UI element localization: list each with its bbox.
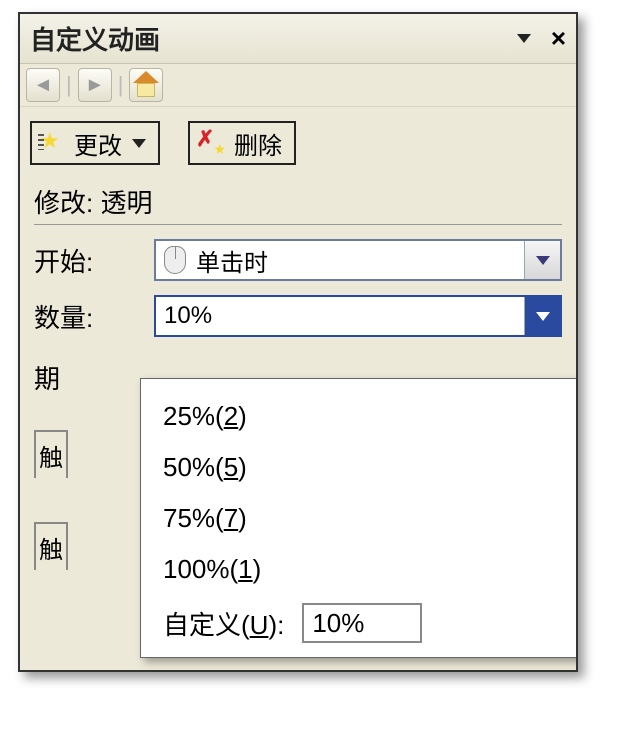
start-label: 开始: [34,242,134,279]
titlebar: 自定义动画 × [20,14,576,64]
amount-dropdown: 25%(2) 50%(5) 75%(7) 100%(1) 自定义(U): [140,378,578,658]
effect-header: 修改: 透明 [34,177,562,225]
tab-stub-1[interactable]: 触 [34,430,68,478]
action-row: 更改 删除 [20,107,576,175]
navbar: ◄ | ► | [20,64,576,107]
mouse-icon [164,246,186,274]
arrow-left-icon: ◄ [33,74,53,97]
effect-name: 透明 [100,188,152,218]
amount-select-caret[interactable] [524,297,560,335]
start-value: 单击时 [196,243,268,278]
delete-icon [196,130,224,156]
delete-button[interactable]: 删除 [188,121,296,165]
close-icon[interactable]: × [551,23,566,54]
panel-title: 自定义动画 [30,20,517,57]
custom-animation-panel: 自定义动画 × ◄ | ► | 更改 删除 修改: 透 [18,12,578,672]
start-select[interactable]: 单击时 [154,239,562,281]
modify-label: 修改: [34,188,93,218]
dropdown-item-50[interactable]: 50%(5) [141,442,578,493]
dropdown-item-100[interactable]: 100%(1) [141,544,578,595]
dropdown-item-25[interactable]: 25%(2) [141,391,578,442]
amount-label: 数量: [34,298,134,335]
arrow-right-icon: ► [85,74,105,97]
panel-menu-dropdown-icon[interactable] [517,34,531,43]
dropdown-custom-row: 自定义(U): [141,595,578,643]
home-icon [133,73,159,97]
dropdown-item-75[interactable]: 75%(7) [141,493,578,544]
back-button[interactable]: ◄ [26,68,60,102]
nav-separator: | [118,72,124,98]
custom-amount-input[interactable] [302,603,422,643]
forward-button[interactable]: ► [78,68,112,102]
home-button[interactable] [129,68,163,102]
custom-label: 自定义(U): [163,605,284,642]
chevron-down-icon [536,256,550,265]
start-select-caret[interactable] [524,241,560,279]
nav-separator: | [66,72,72,98]
amount-row: 数量: 10% [34,295,562,337]
delete-button-label: 删除 [234,126,282,161]
change-button-label: 更改 [74,126,122,161]
amount-select[interactable]: 10% [154,295,562,337]
chevron-down-icon [132,139,146,148]
change-button[interactable]: 更改 [30,121,160,165]
tab-stub-2[interactable]: 触 [34,522,68,570]
chevron-down-icon [536,312,550,321]
amount-value: 10% [164,302,212,330]
start-row: 开始: 单击时 [34,239,562,281]
star-icon [38,130,64,156]
